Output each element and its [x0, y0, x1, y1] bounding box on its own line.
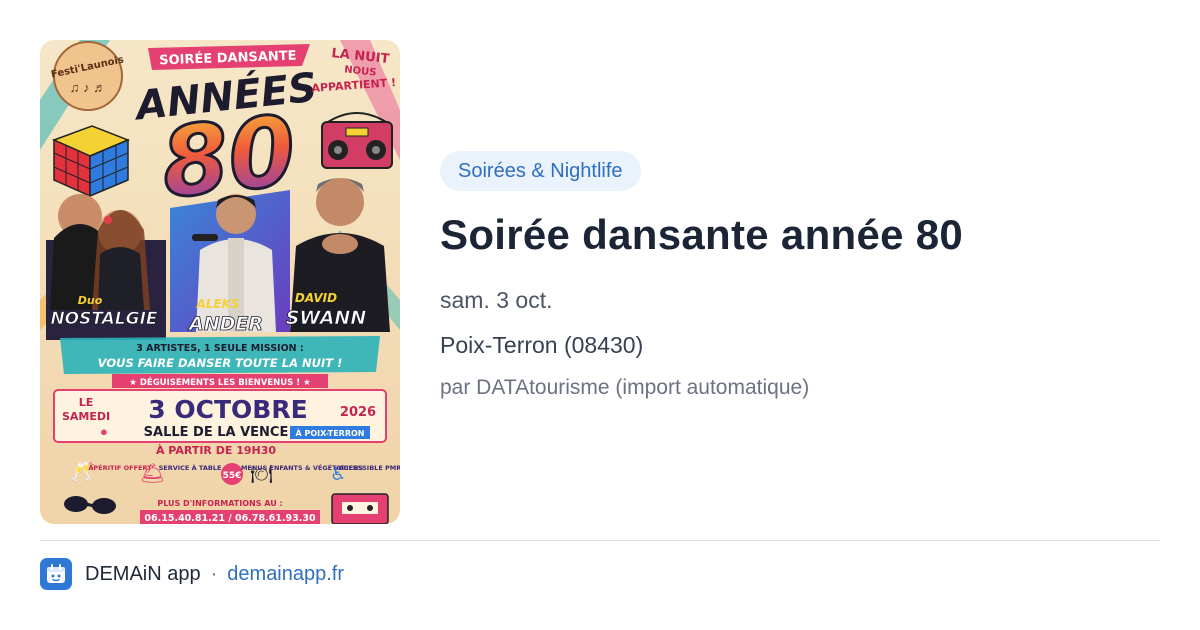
- date-year: 2026: [340, 405, 376, 420]
- artist3-last: SWANN: [286, 307, 367, 329]
- amenity-service: SERVICE À TABLE: [159, 463, 222, 472]
- event-title[interactable]: Soirée dansante année 80: [440, 210, 963, 260]
- date-big: 3 OCTOBRE: [148, 395, 307, 424]
- poster-venue: SALLE DE LA VENCE: [144, 425, 289, 440]
- poster-info-label: PLUS D'INFORMATIONS AU :: [157, 499, 282, 508]
- artist2-last: ANDER: [187, 313, 263, 335]
- event-date: sam. 3 oct.: [440, 287, 553, 313]
- poster-tagline-2: NOUS: [344, 64, 377, 78]
- event-preview-card[interactable]: Festi'Launois ♫ ♪ ♬ SOIRÉE DANSANTE ANNÉ…: [40, 40, 1160, 524]
- mission-line-1: 3 ARTISTES, 1 SEULE MISSION :: [136, 343, 303, 354]
- event-source: par DATAtourisme (import automatique): [440, 376, 810, 399]
- event-location: Poix-Terron (08430): [440, 332, 644, 358]
- mission-line-2: VOUS FAIRE DANSER TOUTE LA NUIT !: [98, 356, 343, 370]
- price-badge: 55€: [223, 471, 242, 481]
- artist1-first: Duo: [78, 294, 103, 307]
- svg-text:♫ ♪ ♬: ♫ ♪ ♬: [70, 80, 106, 95]
- boombox-icon: [321, 112, 393, 169]
- footer-divider: [40, 540, 1160, 541]
- rubik-cube-icon: [52, 125, 130, 198]
- amenity-pmr: ACCESSIBLE PMR: [339, 464, 400, 472]
- poster-time: À PARTIR DE 19H30: [156, 444, 276, 457]
- app-domain-link[interactable]: demainapp.fr: [227, 563, 344, 586]
- poster-artwork: Festi'Launois ♫ ♪ ♬ SOIRÉE DANSANTE ANNÉ…: [40, 40, 400, 524]
- date-samedi: SAMEDI: [62, 410, 110, 423]
- category-badge[interactable]: Soirées & Nightlife: [440, 151, 641, 191]
- footer-separator: ·: [210, 562, 218, 585]
- artist3-first: DAVID: [295, 291, 337, 305]
- app-logo-icon: [40, 558, 72, 590]
- poster-town: À POIX-TERRON: [295, 427, 364, 438]
- cassette-icon: [331, 493, 389, 524]
- artist1-last: NOSTALGIE: [50, 309, 157, 329]
- app-name: DEMAiN app: [85, 562, 201, 585]
- location-pin-icon: ●: [100, 424, 108, 439]
- costume-note: ★ DÉGUISEMENTS LES BIENVENUS ! ★: [129, 376, 311, 388]
- sunglasses-icon: [64, 496, 116, 514]
- event-poster-image[interactable]: Festi'Launois ♫ ♪ ♬ SOIRÉE DANSANTE ANNÉ…: [40, 40, 400, 524]
- artist2-first: ALEKS: [195, 297, 239, 311]
- date-le: LE: [79, 396, 94, 409]
- poster-phones: 06.15.40.81.21 / 06.78.61.93.30: [144, 513, 316, 524]
- link-footer: DEMAiN app · demainapp.fr: [40, 558, 344, 590]
- poster-tagline-1: LA NUIT: [331, 46, 390, 67]
- event-info: Soirées & Nightlife Soirée dansante anné…: [440, 40, 1160, 524]
